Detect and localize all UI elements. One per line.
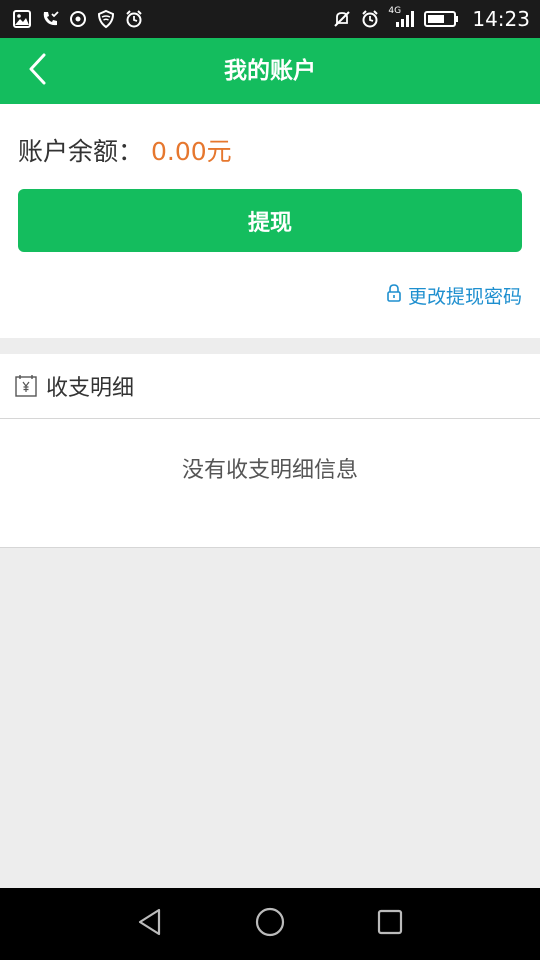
chevron-left-icon	[26, 52, 50, 90]
gallery-icon	[12, 9, 32, 29]
status-bar: 4G 14:23	[0, 0, 540, 38]
status-bar-system: 4G 14:23	[332, 0, 530, 38]
withdraw-button[interactable]: 提现	[18, 189, 522, 252]
alarm-icon	[124, 9, 144, 29]
empty-state-message: 没有收支明细信息	[181, 458, 358, 483]
balance-label: 账户余额：	[18, 137, 144, 166]
lock-icon	[386, 283, 402, 308]
recents-square-icon	[376, 908, 404, 940]
home-circle-icon	[254, 906, 286, 942]
account-card: 账户余额： 0.00元 提现 更改提现密码	[0, 104, 540, 338]
phone-check-icon	[40, 9, 60, 29]
nav-home-button[interactable]	[248, 904, 292, 944]
shield-icon	[96, 9, 116, 29]
nav-recents-button[interactable]	[368, 904, 412, 944]
status-bar-notifications	[12, 0, 144, 38]
signal-icon: 4G	[388, 6, 416, 29]
page-title: 我的账户	[224, 58, 316, 84]
alarm-icon	[360, 9, 380, 29]
transactions-card: 收支明细 没有收支明细信息	[0, 354, 540, 548]
transactions-title: 收支明细	[46, 376, 135, 401]
change-password-label: 更改提现密码	[407, 285, 522, 308]
network-type-label: 4G	[388, 6, 402, 16]
balance-value: 0.00元	[151, 137, 232, 166]
ledger-yen-icon	[14, 373, 40, 399]
back-triangle-icon	[136, 907, 164, 941]
battery-icon	[424, 9, 460, 29]
back-button[interactable]	[14, 46, 62, 96]
mute-icon	[332, 9, 352, 29]
nav-back-button[interactable]	[128, 904, 172, 944]
status-time: 14:23	[472, 7, 530, 31]
transactions-header: 收支明细	[0, 354, 540, 419]
change-withdraw-password-link[interactable]: 更改提现密码	[386, 280, 522, 310]
balance-row: 账户余额： 0.00元	[18, 132, 232, 168]
system-nav-bar	[0, 888, 540, 960]
app-bar: 我的账户	[0, 38, 540, 104]
target-icon	[68, 9, 88, 29]
